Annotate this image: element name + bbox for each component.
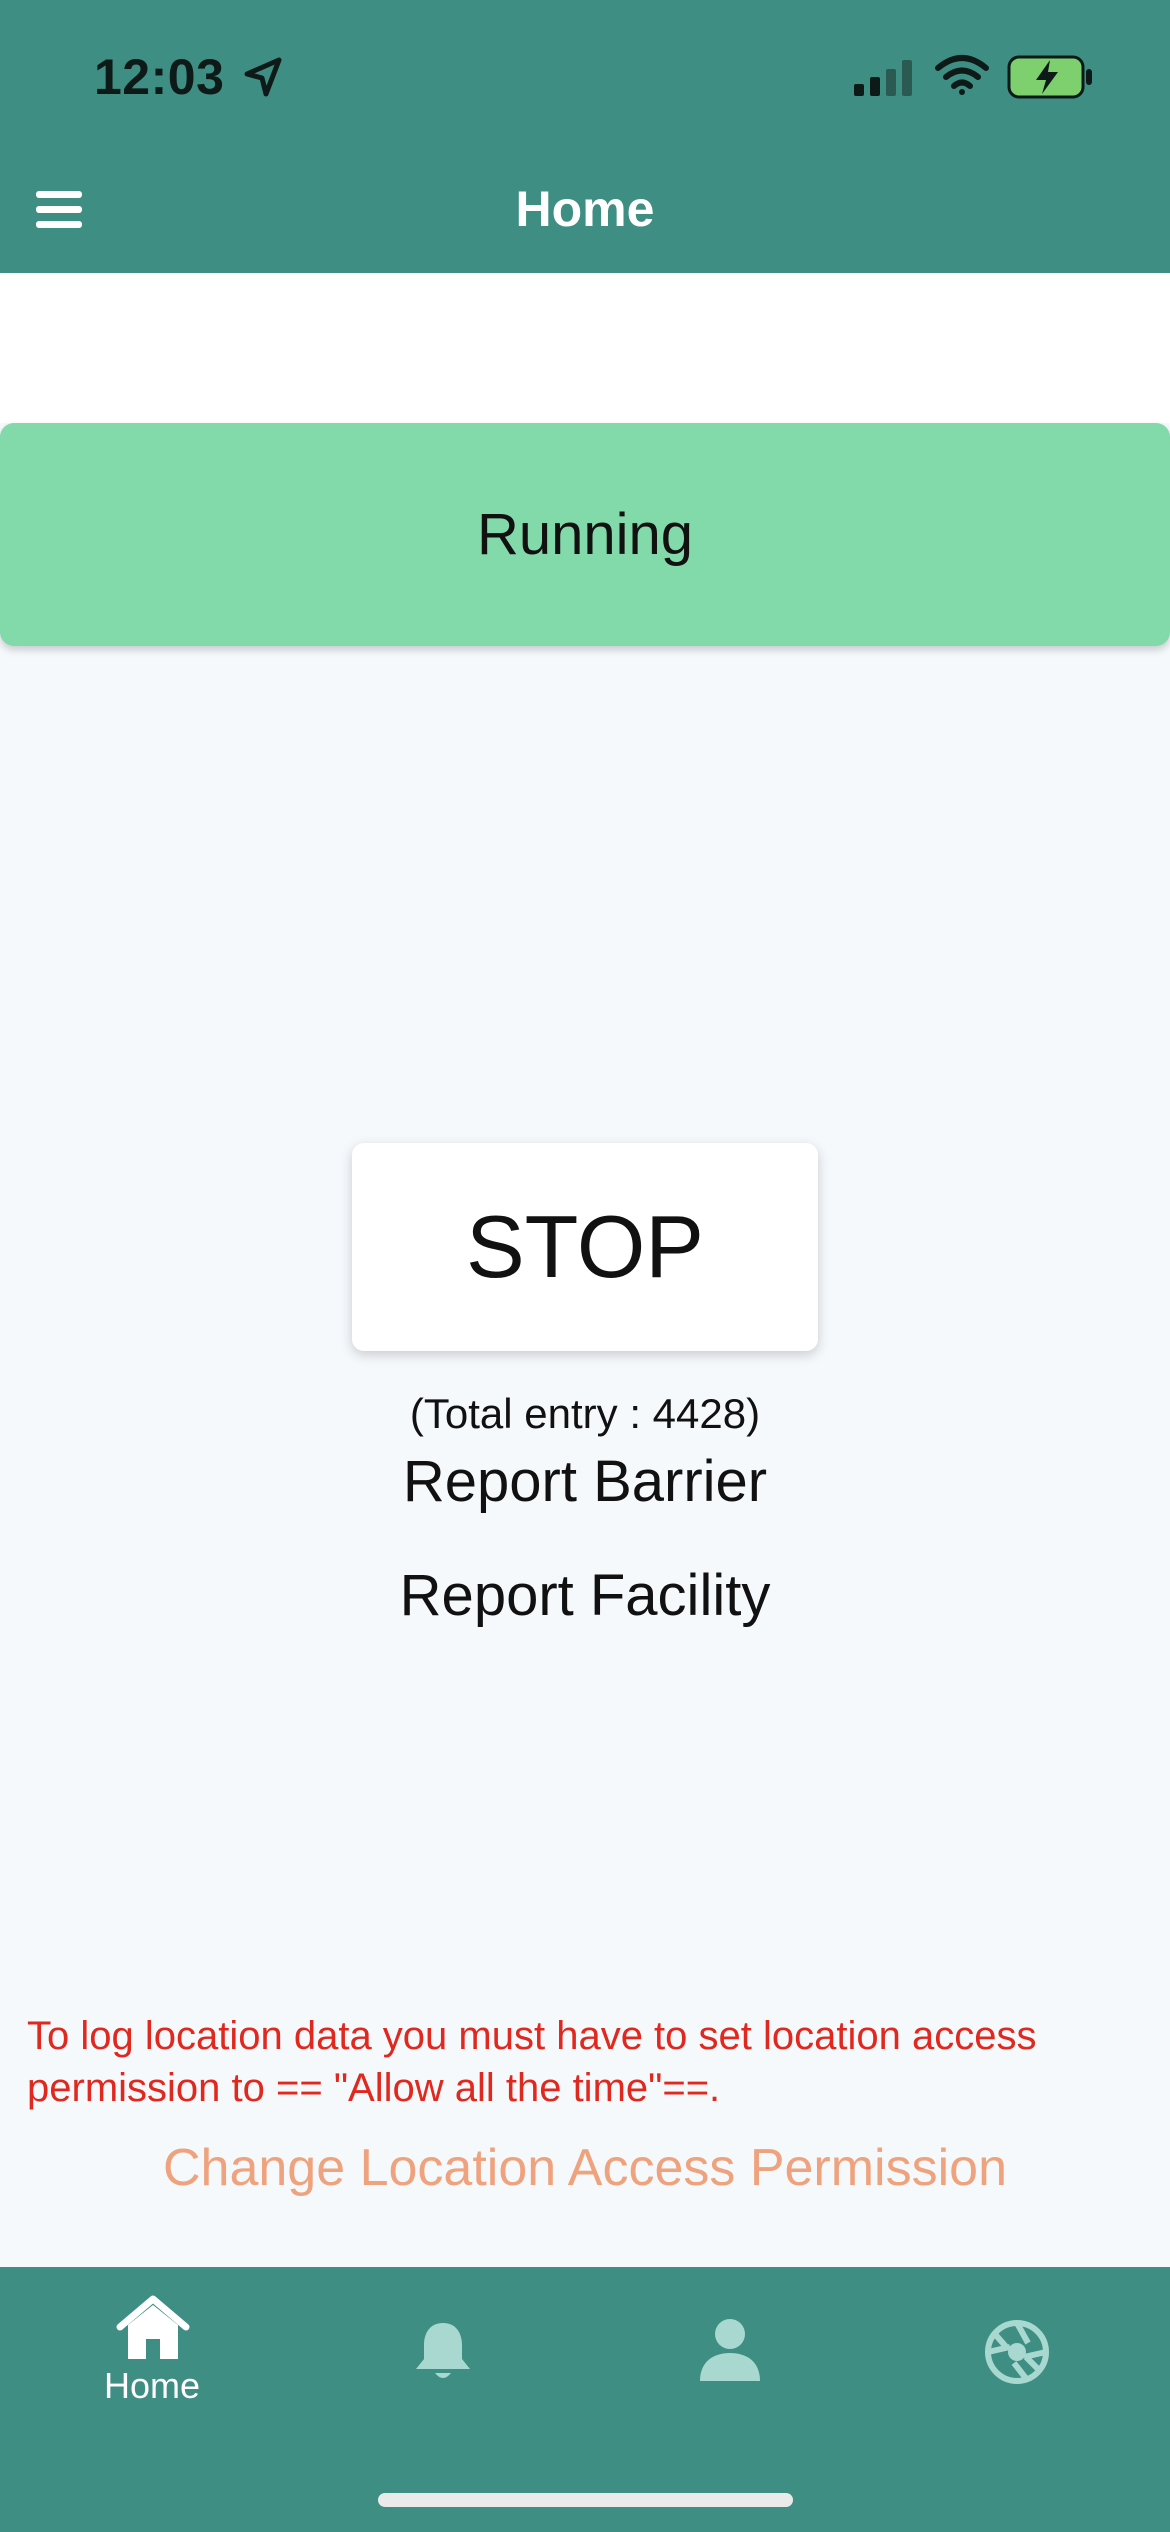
nav-bar: Home	[0, 150, 1170, 273]
page-title: Home	[515, 181, 655, 237]
report-barrier-button[interactable]: Report Barrier	[0, 1448, 1170, 1515]
bell-icon	[416, 2323, 470, 2378]
location-arrow-icon	[244, 57, 282, 97]
stop-button[interactable]: STOP	[352, 1143, 818, 1351]
tab-profile[interactable]	[630, 2267, 830, 2417]
report-facility-button[interactable]: Report Facility	[0, 1562, 1170, 1629]
person-icon	[700, 2319, 760, 2381]
header-spacer	[0, 273, 1170, 423]
camera-aperture-icon	[985, 2320, 1049, 2384]
tab-notifications[interactable]	[342, 2267, 542, 2417]
total-entry-count: (Total entry : 4428)	[409, 1390, 761, 1437]
status-bar: 12:03	[0, 0, 1170, 150]
running-status-banner: Running	[0, 423, 1170, 646]
cellular-signal-icon	[854, 60, 912, 96]
tab-camera[interactable]	[918, 2267, 1118, 2417]
status-time: 12:03	[94, 49, 225, 105]
change-location-permission-link[interactable]: Change Location Access Permission	[0, 2138, 1170, 2198]
wifi-icon	[935, 55, 989, 95]
home-indicator	[378, 2493, 793, 2507]
location-permission-warning: To log location data you must have to se…	[27, 2014, 1037, 2110]
home-icon	[116, 2295, 190, 2359]
battery-charging-icon	[1007, 55, 1092, 99]
tab-home[interactable]: Home	[52, 2267, 252, 2417]
tab-home-label: Home	[103, 2365, 201, 2406]
